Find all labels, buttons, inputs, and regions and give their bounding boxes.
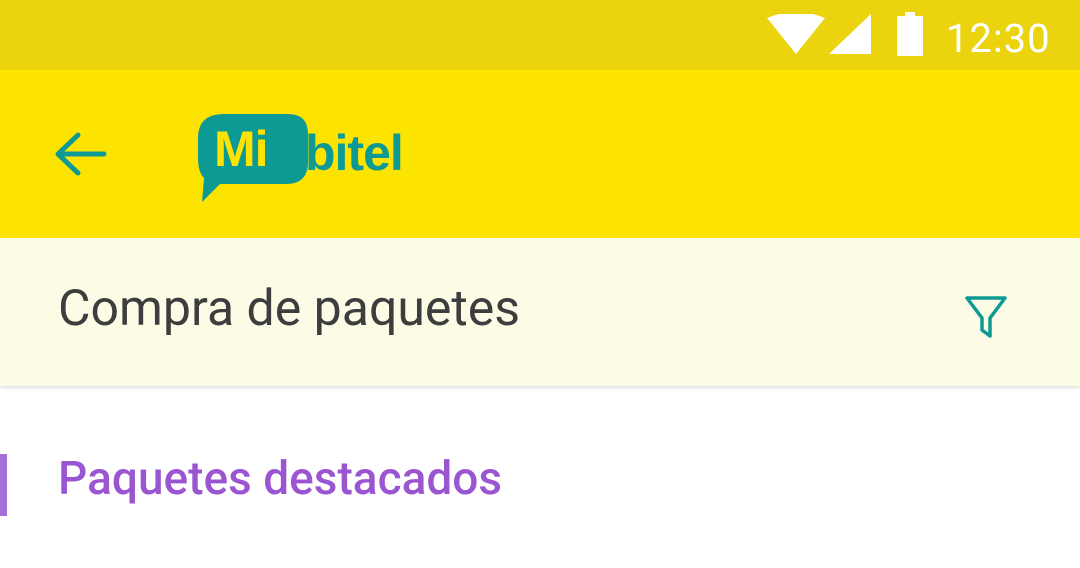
logo-prefix: Mi: [214, 121, 269, 177]
featured-accent-bar: [0, 454, 7, 516]
arrow-left-icon: [55, 132, 107, 176]
page-title: Compra de paquetes: [58, 280, 521, 338]
featured-section-title: Paquetes destacados: [58, 452, 503, 506]
filter-button[interactable]: [958, 290, 1014, 346]
filter-icon: [965, 296, 1007, 338]
status-time: 12:30: [946, 15, 1051, 62]
back-button[interactable]: [48, 122, 112, 186]
status-bar: 12:30: [0, 0, 1080, 70]
mibitel-logo: Mi bitel: [198, 114, 450, 206]
section-header: Compra de paquetes: [0, 238, 1080, 386]
signal-icon: [829, 14, 871, 54]
wifi-icon: [767, 14, 825, 54]
battery-icon: [897, 12, 923, 56]
logo-suffix: bitel: [305, 125, 404, 181]
app-bar: Mi bitel: [0, 70, 1080, 238]
